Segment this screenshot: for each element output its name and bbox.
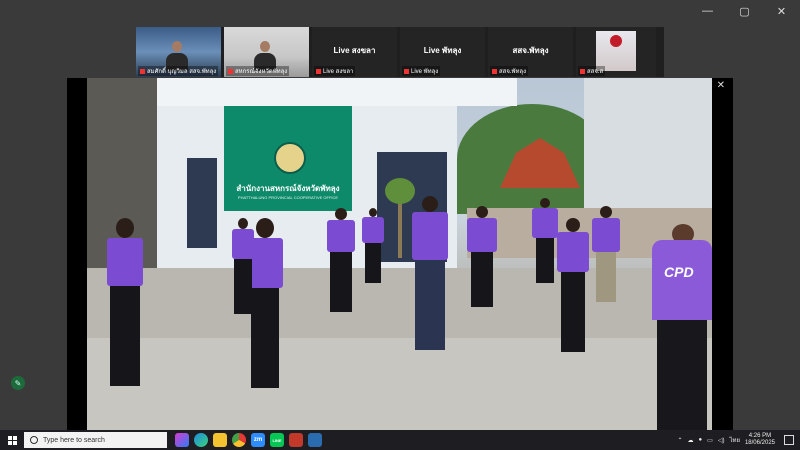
taskbar-search[interactable]: Type here to search — [24, 432, 167, 448]
system-tray: ⌃ ☁ ● ▭ ◁) ไทย 4:26 PM 18/06/2025 — [678, 430, 800, 450]
avatar — [596, 31, 636, 71]
edit-icon[interactable]: ✎ — [11, 376, 25, 390]
dancer — [557, 218, 589, 352]
sign-title: สำนักงานสหกรณ์จังหวัดพัทลุง — [236, 184, 340, 193]
windows-icon — [7, 435, 17, 445]
mic-muted-icon — [228, 68, 233, 74]
close-share-button[interactable]: ✕ — [717, 80, 725, 91]
participant-name-tag: สสจ.ส — [578, 66, 606, 76]
dancer — [467, 206, 497, 307]
clock[interactable]: 4:26 PM 18/06/2025 — [745, 433, 775, 447]
participant-center-label: Live สงขลา — [333, 46, 376, 55]
dancer — [232, 218, 254, 314]
dancer — [107, 218, 143, 386]
chevron-up-icon[interactable]: ⌃ — [678, 437, 683, 444]
maximize-button[interactable]: ▢ — [726, 0, 763, 22]
volume-icon[interactable]: ◁) — [718, 437, 725, 444]
clock-date: 18/06/2025 — [744, 440, 775, 446]
palm-tree — [385, 178, 415, 258]
dancer — [412, 196, 448, 350]
dancer — [362, 208, 384, 283]
minimize-button[interactable]: — — [689, 0, 726, 22]
participant-name-tag: Live พัทลุง — [402, 66, 441, 76]
app-blue-icon[interactable] — [308, 433, 322, 447]
participant-tile[interactable]: Live สงขลา Live สงขลา — [312, 27, 397, 77]
language-indicator[interactable]: ไทย — [729, 435, 740, 445]
app-red-icon[interactable] — [289, 433, 303, 447]
search-placeholder: Type here to search — [43, 436, 105, 444]
cloud-icon[interactable]: ☁ — [688, 437, 694, 444]
taskbar: Type here to search zm LINE ⌃ ☁ ● ▭ ◁) ไ… — [0, 430, 800, 450]
participant-strip: สมศักดิ์ บุญวิมล สสจ.พัทลุง สหกรณ์จังหวั… — [136, 27, 664, 77]
file-explorer-icon[interactable] — [213, 433, 227, 447]
clock-time: 4:26 PM — [748, 433, 772, 439]
participant-tile[interactable]: สหกรณ์จังหวัดพัทลุง — [224, 27, 309, 77]
ground-foreground — [87, 338, 712, 430]
sign-subtitle: PHATTHALUNG PROVINCIAL COOPERATIVE OFFIC… — [237, 195, 339, 200]
mic-muted-icon — [492, 68, 497, 74]
office-sign: สำนักงานสหกรณ์จังหวัดพัทลุง PHATTHALUNG … — [224, 106, 352, 211]
participant-name-tag: Live สงขลา — [314, 66, 356, 76]
participant-center-label: Live พัทลุง — [423, 46, 462, 55]
mic-muted-icon — [404, 68, 409, 74]
close-window-button[interactable]: ✕ — [763, 0, 800, 22]
shared-video-frame: สำนักงานสหกรณ์จังหวัดพัทลุง PHATTHALUNG … — [87, 78, 712, 430]
participant-name-tag: สสจ.พัทลุง — [490, 66, 529, 76]
network-icon[interactable]: ▭ — [707, 437, 713, 444]
mic-muted-icon — [580, 68, 585, 74]
dancer — [532, 198, 558, 283]
window-controls: — ▢ ✕ — [689, 0, 800, 22]
dancer-foreground: CPD — [652, 224, 712, 430]
start-button[interactable] — [0, 430, 24, 450]
participant-tile[interactable]: สมศักดิ์ บุญวิมล สสจ.พัทลุง — [136, 27, 221, 77]
line-icon[interactable]: LINE — [270, 433, 284, 447]
participant-tile[interactable]: สสจ.พัทลุง สสจ.พัทลุง — [488, 27, 573, 77]
participant-center-label: สสจ.พัทลุง — [512, 46, 549, 55]
shared-screen[interactable]: สำนักงานสหกรณ์จังหวัดพัทลุง PHATTHALUNG … — [67, 78, 733, 430]
zoom-icon[interactable]: zm — [251, 433, 265, 447]
building-roof — [127, 78, 517, 106]
notification-icon[interactable] — [784, 435, 794, 445]
mic-muted-icon — [316, 68, 321, 74]
dancer — [592, 206, 620, 302]
participant-name-tag: สมศักดิ์ บุญวิมล สสจ.พัทลุง — [138, 66, 219, 76]
microphone-icon[interactable]: ● — [699, 437, 703, 443]
chrome-icon[interactable] — [232, 433, 246, 447]
dancer — [327, 208, 355, 312]
copilot-icon[interactable] — [175, 433, 189, 447]
emblem-icon — [274, 142, 306, 174]
participant-name-tag: สหกรณ์จังหวัดพัทลุง — [226, 66, 290, 76]
shirt-text: CPD — [664, 264, 694, 280]
participant-tile[interactable]: สสจ.ส — [576, 27, 656, 77]
search-icon — [30, 436, 38, 444]
edge-icon[interactable] — [194, 433, 208, 447]
building-window — [187, 158, 217, 248]
participant-tile[interactable]: Live พัทลุง Live พัทลุง — [400, 27, 485, 77]
mic-muted-icon — [140, 68, 145, 74]
taskbar-apps: zm LINE — [175, 433, 322, 447]
